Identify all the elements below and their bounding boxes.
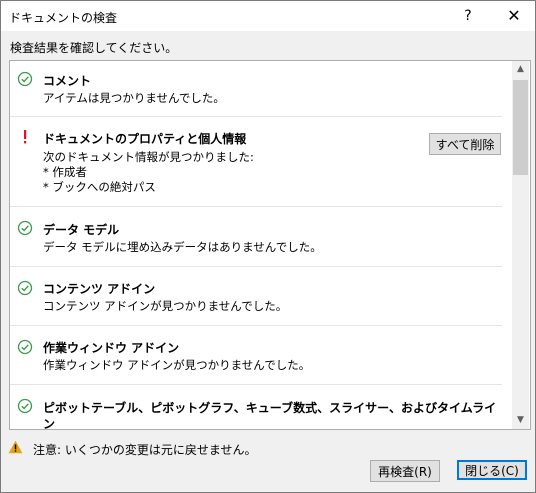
- result-desc-line: コンテンツ アドインが見つかりませんでした。: [43, 299, 288, 313]
- result-desc-line: 作業ウィンドウ アドインが見つかりませんでした。: [43, 358, 311, 372]
- result-item-comments: コメント アイテムは見つかりませんでした。: [10, 61, 502, 117]
- check-circle-icon: [17, 280, 33, 296]
- exclamation-icon: [24, 130, 27, 144]
- warning-message: 注意: いくつかの変更は元に戻せません。: [33, 443, 257, 457]
- scroll-thumb[interactable]: [513, 80, 528, 175]
- result-title: 作業ウィンドウ アドイン: [43, 341, 180, 355]
- result-desc-line: * 作成者: [43, 165, 87, 179]
- result-title: コンテンツ アドイン: [43, 282, 156, 296]
- check-circle-icon: [17, 220, 33, 236]
- result-item-data-model: データ モデル データ モデルに埋め込みデータはありませんでした。: [10, 207, 502, 267]
- document-inspector-dialog: ドキュメントの検査 ? ✕ 検査結果を確認してください。 コメント アイテムは見…: [0, 0, 536, 493]
- result-item-document-properties: ドキュメントのプロパティと個人情報 次のドキュメント情報が見つかりました: * …: [10, 117, 502, 207]
- close-button[interactable]: 閉じる(C): [457, 460, 527, 480]
- result-desc-line: * ブックへの絶対パス: [43, 180, 156, 194]
- help-button[interactable]: ?: [456, 6, 480, 26]
- check-circle-icon: [17, 71, 33, 87]
- window-title: ドキュメントの検査: [9, 11, 118, 25]
- result-title: ピボットテーブル、ピボットグラフ、キューブ数式、スライサー、およびタイムライ: [43, 401, 497, 415]
- result-item-pivot-tables: ピボットテーブル、ピボットグラフ、キューブ数式、スライサー、およびタイムライ ン: [10, 385, 502, 429]
- result-desc-line: データ モデルに埋め込みデータはありませんでした。: [43, 240, 322, 254]
- title-bar: ドキュメントの検査 ? ✕: [1, 1, 535, 31]
- instruction-text: 検査結果を確認してください。: [10, 41, 178, 55]
- result-item-taskpane-addins: 作業ウィンドウ アドイン 作業ウィンドウ アドインが見つかりませんでした。: [10, 326, 502, 385]
- inspection-results-list[interactable]: コメント アイテムは見つかりませんでした。 ドキュメントのプロパティと個人情報 …: [9, 60, 531, 430]
- check-circle-icon: [17, 398, 33, 414]
- result-title: コメント: [43, 74, 92, 88]
- check-circle-icon: [17, 339, 33, 355]
- result-desc-line: アイテムは見つかりませんでした。: [43, 91, 225, 105]
- result-title: データ モデル: [43, 223, 120, 237]
- vertical-scrollbar[interactable]: ▲ ▼: [512, 61, 529, 429]
- results-scroll-area: コメント アイテムは見つかりませんでした。 ドキュメントのプロパティと個人情報 …: [10, 61, 511, 429]
- remove-all-button[interactable]: すべて削除: [429, 133, 501, 155]
- recheck-button[interactable]: 再検査(R): [370, 460, 440, 482]
- scroll-up-icon[interactable]: ▲: [512, 61, 529, 78]
- close-window-button[interactable]: ✕: [502, 6, 526, 26]
- warning-icon: [8, 440, 23, 454]
- result-title: ドキュメントのプロパティと個人情報: [43, 132, 247, 146]
- scroll-down-icon[interactable]: ▼: [512, 412, 529, 429]
- result-item-content-addins: コンテンツ アドイン コンテンツ アドインが見つかりませんでした。: [10, 267, 502, 326]
- result-title-continued: ン: [43, 417, 56, 429]
- result-desc-line: 次のドキュメント情報が見つかりました:: [43, 150, 254, 164]
